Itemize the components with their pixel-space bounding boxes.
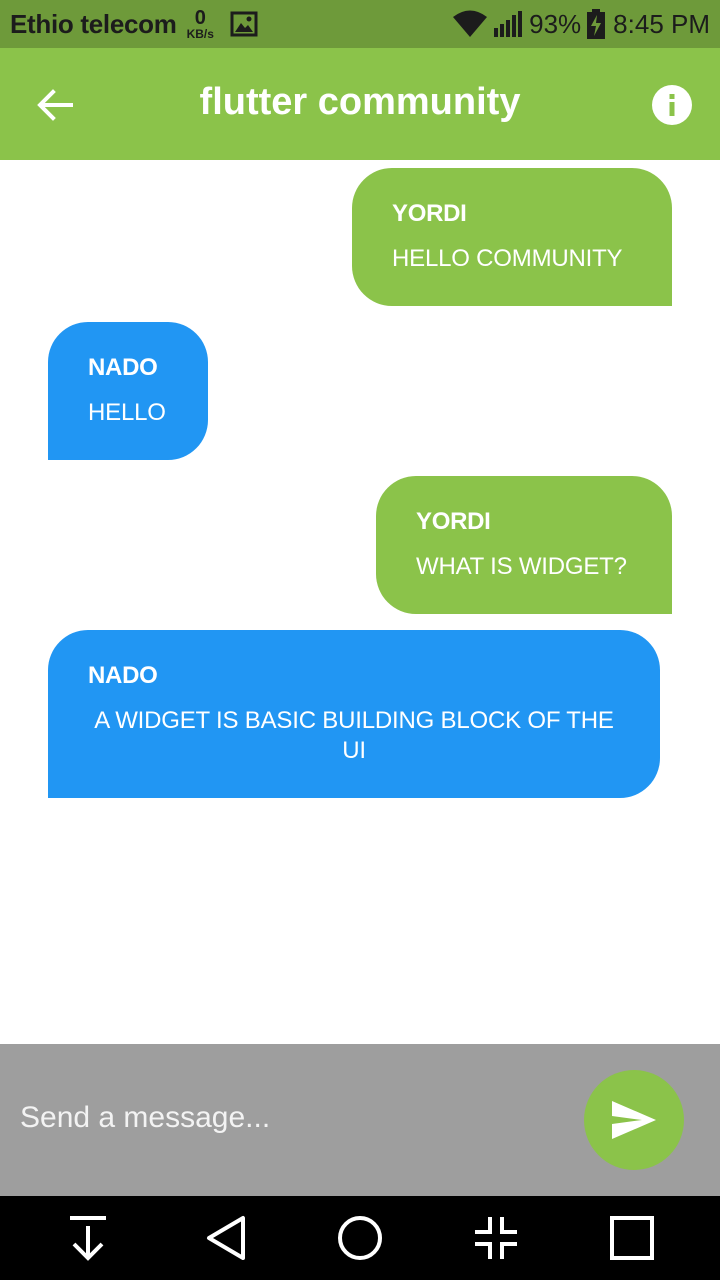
message-sender: YORDI	[392, 200, 467, 227]
shrink-screen-button[interactable]	[470, 1212, 522, 1264]
message-text: HELLO	[88, 399, 166, 426]
image-icon	[230, 11, 258, 37]
message-text: A WIDGET IS BASIC BUILDING BLOCK OF THE …	[94, 707, 614, 764]
home-circle-icon	[337, 1215, 383, 1261]
message-bubble: YORDI HELLO COMMUNITY	[352, 168, 672, 306]
message-text: WHAT IS WIDGET?	[416, 553, 627, 580]
back-triangle-icon	[205, 1215, 247, 1261]
message-sender: YORDI	[416, 508, 491, 535]
chat-list[interactable]: YORDI HELLO COMMUNITY NADO HELLO YORDI W…	[0, 160, 720, 1044]
status-bar: Ethio telecom 0 KB/s 93% 8:45 PM	[0, 0, 720, 48]
battery-percent: 93%	[529, 8, 582, 39]
back-nav-button[interactable]	[200, 1212, 252, 1264]
system-nav-bar	[0, 1196, 720, 1280]
data-speed-indicator: 0 KB/s	[187, 8, 214, 40]
info-icon	[652, 85, 692, 125]
home-nav-button[interactable]	[334, 1212, 386, 1264]
data-speed-value: 0	[194, 7, 206, 29]
clock: 8:45 PM	[613, 8, 710, 39]
message-composer	[0, 1044, 720, 1196]
message-text: HELLO COMMUNITY	[392, 245, 623, 272]
message-bubble: YORDI WHAT IS WIDGET?	[376, 476, 672, 614]
message-sender: NADO	[88, 662, 158, 689]
message-bubble: NADO A WIDGET IS BASIC BUILDING BLOCK OF…	[48, 630, 660, 798]
message-bubble: NADO HELLO	[48, 322, 208, 460]
shrink-screen-icon	[473, 1215, 519, 1261]
wifi-icon	[453, 10, 488, 38]
send-button[interactable]	[584, 1070, 684, 1170]
carrier-name: Ethio telecom	[10, 8, 177, 39]
notification-down-icon	[67, 1215, 109, 1261]
send-icon	[612, 1101, 656, 1139]
info-button[interactable]	[648, 81, 696, 129]
notification-down-button[interactable]	[62, 1212, 114, 1264]
data-speed-unit: KB/s	[186, 27, 214, 41]
app-bar: flutter community	[0, 48, 720, 160]
recents-nav-button[interactable]	[606, 1212, 658, 1264]
recents-square-icon	[609, 1215, 655, 1261]
signal-icon	[493, 10, 523, 38]
battery-charging-icon	[587, 9, 606, 39]
message-sender: NADO	[88, 354, 158, 381]
message-input[interactable]	[20, 1090, 560, 1146]
page-title: flutter community	[199, 81, 521, 123]
